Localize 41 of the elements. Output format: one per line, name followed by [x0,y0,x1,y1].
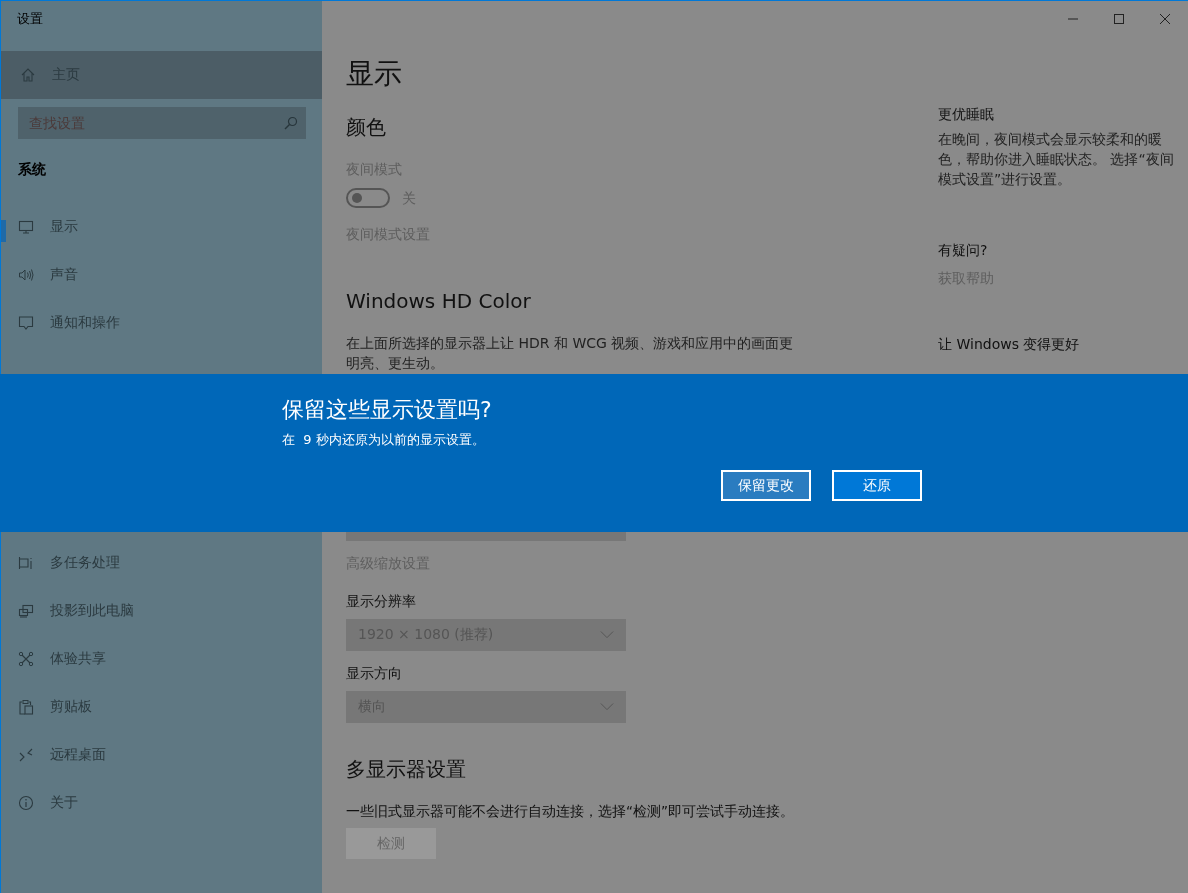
dialog-title: 保留这些显示设置吗? [282,396,492,424]
page-title: 显示 [346,56,402,92]
nav-item[interactable]: 投影到此电脑 [1,587,322,635]
dialog-message: 在 9 秒内还原为以前的显示设置。 [282,431,485,449]
search-icon [283,115,299,131]
revert-button[interactable]: 还原 [832,470,922,501]
nav-item[interactable]: 远程桌面 [1,731,322,779]
sidebar-heading: 让 Windows 变得更好 [938,335,1080,354]
nav-item[interactable]: 多任务处理 [1,539,322,587]
maximize-icon [1113,13,1125,25]
nav-item[interactable]: 体验共享 [1,635,322,683]
home-icon [20,67,36,83]
keep-changes-button[interactable]: 保留更改 [721,470,811,501]
projector-icon [18,603,34,619]
clipboard-icon [18,699,34,715]
section-heading: 颜色 [346,114,386,141]
close-icon [1159,13,1171,25]
info-icon [18,795,34,811]
multitask-icon [18,555,34,571]
setting-label: 显示方向 [346,664,402,683]
message-icon [18,315,34,331]
toggle-switch[interactable] [346,188,390,208]
section-heading: 多显示器设置 [346,756,466,783]
sidebar-heading: 有疑问? [938,241,988,260]
nav-item[interactable]: 剪贴板 [1,683,322,731]
sidebar-heading: 更优睡眠 [938,105,994,124]
window-title: 设置 [17,10,43,28]
section-heading: 系统 [18,160,46,179]
nav-item[interactable]: 显示 [1,203,322,251]
description-text: 在上面所选择的显示器上让 HDR 和 WCG 视频、游戏和应用中的画面更明亮、更生动。 [346,334,795,373]
nav-item[interactable]: 声音 [1,251,322,299]
setting-label: 显示分辨率 [346,592,416,611]
speaker-icon [18,267,34,283]
monitor-icon [18,219,34,235]
remote-icon [18,747,34,763]
nav-item[interactable]: 通知和操作 [1,299,322,347]
nav-item[interactable]: 关于 [1,779,322,827]
share-icon [18,651,34,667]
description-text: 一些旧式显示器可能不会进行自动连接，选择“检测”即可尝试手动连接。 [346,802,794,821]
section-heading: Windows HD Color [346,288,531,315]
description-text: 在晚间，夜间模式会显示较柔和的暖色，帮助你进入睡眠状态。 选择“夜间模式设置”进行设置。 [938,130,1174,189]
